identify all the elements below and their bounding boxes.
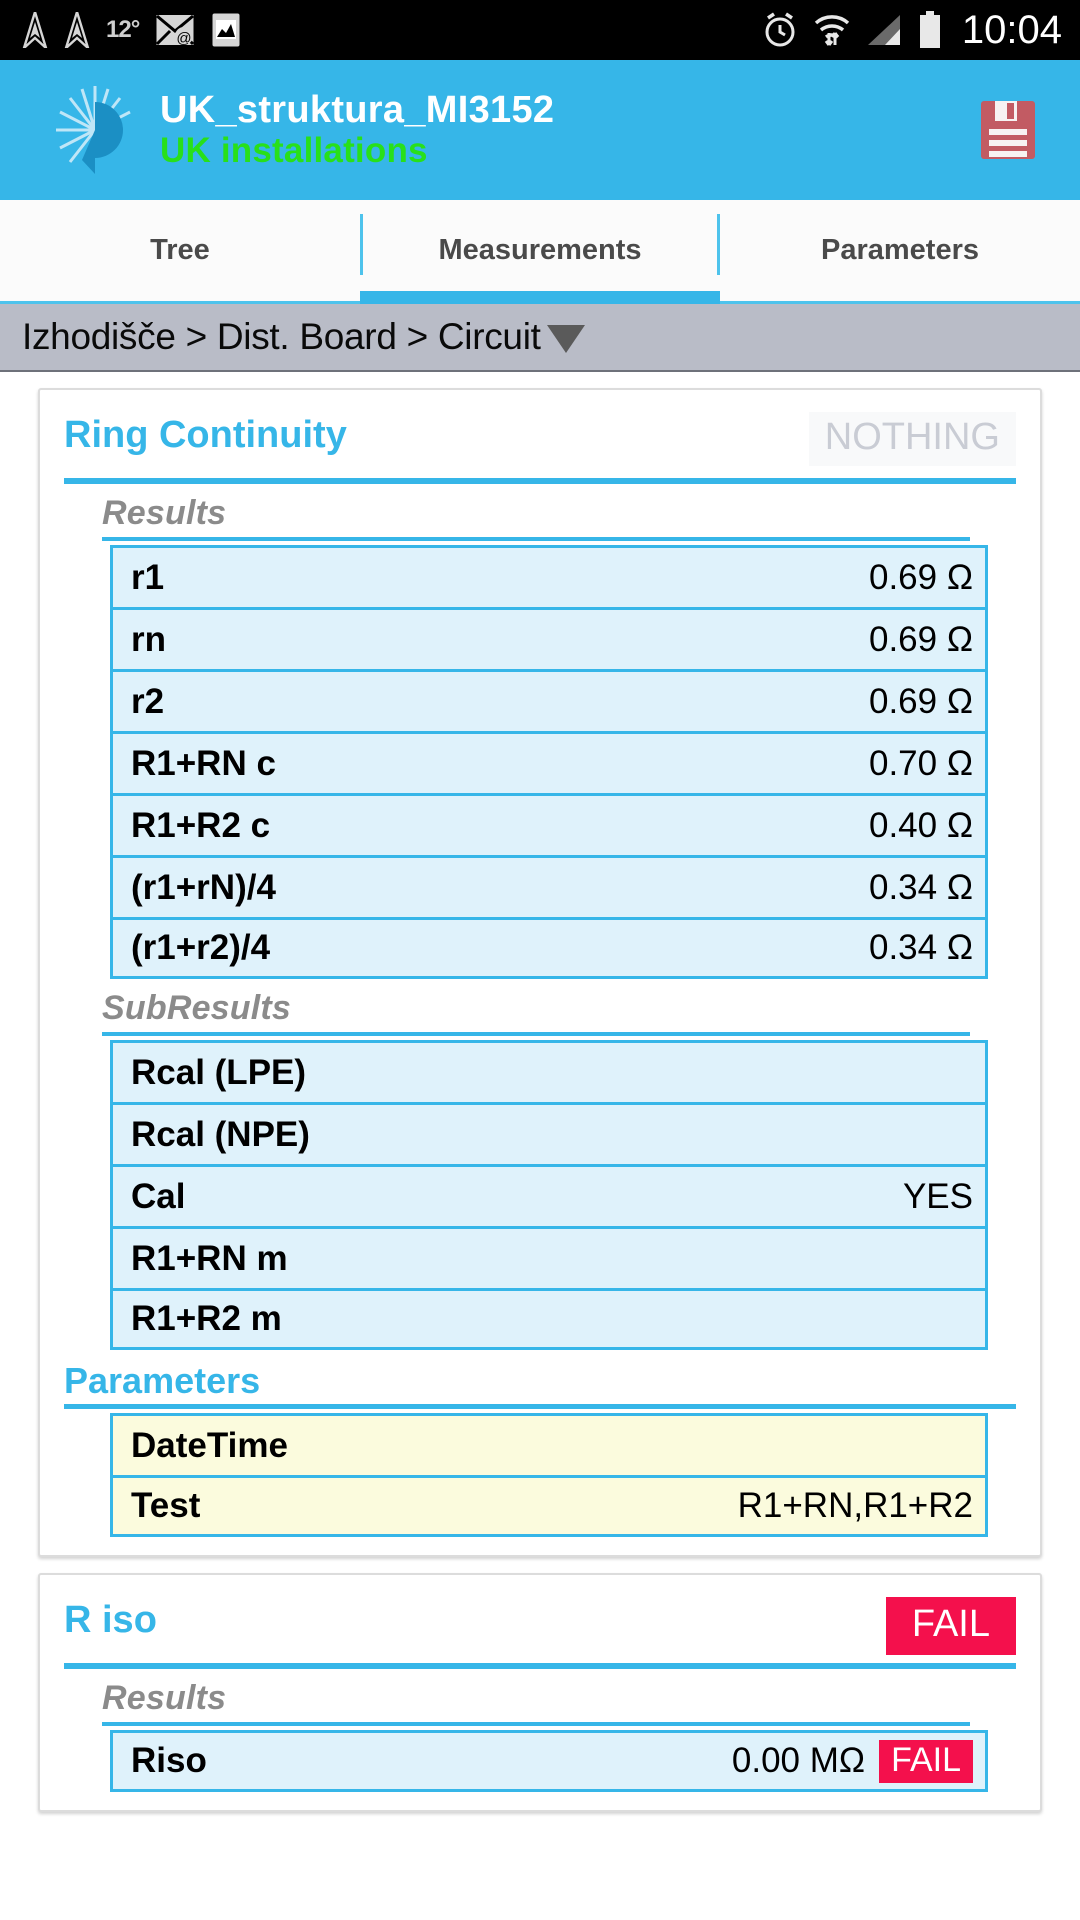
svg-text:@: @ <box>177 30 192 47</box>
row-label: Test <box>131 1486 201 1525</box>
row-label: rn <box>131 619 166 659</box>
result-rows: DateTime Test R1+RN,R1+R2 <box>110 1413 988 1537</box>
tab-parameters-label: Parameters <box>821 234 979 266</box>
table-row[interactable]: r1 0.69 Ω <box>110 545 988 607</box>
section-label: Results <box>102 494 227 532</box>
temperature-label: 12° <box>106 16 140 43</box>
table-row[interactable]: R1+RN m <box>110 1226 988 1288</box>
card-title: Ring Continuity <box>64 414 347 456</box>
result-rows: Rcal (LPE) Rcal (NPE) Cal YES R1+RN m R1+R2 m <box>110 1040 988 1350</box>
navigation-icon <box>22 12 48 48</box>
breadcrumb-label: Izhodišče > Dist. Board > Circuit <box>22 316 541 357</box>
tab-tree-label: Tree <box>150 234 210 266</box>
card-title-rule <box>64 478 1016 484</box>
signal-icon <box>866 13 904 47</box>
status-bar-right: 10:04 <box>762 8 1062 53</box>
status-bar-left: 12° @ <box>22 12 241 48</box>
mail-at-icon: @ <box>155 13 195 47</box>
table-row[interactable]: R1+R2 m <box>110 1288 988 1350</box>
result-rows: Riso 0.00 MΩ FAIL <box>110 1730 988 1792</box>
section-rule <box>64 1404 1016 1409</box>
chevron-down-icon[interactable] <box>546 325 585 353</box>
screenshot-icon <box>211 12 241 48</box>
row-label: r1 <box>131 557 165 597</box>
app-bar: UK_struktura_MI3152 UK installations <box>0 60 1080 200</box>
row-label: (r1+rN)/4 <box>131 867 276 907</box>
row-status-flag: FAIL <box>879 1739 973 1783</box>
status-bar: 12° @ 10:04 <box>0 0 1080 60</box>
row-label: R1+R2 c <box>131 805 271 845</box>
table-row[interactable]: R1+RN c 0.70 Ω <box>110 731 988 793</box>
row-value: 0.69 Ω <box>868 619 973 659</box>
row-label: Rcal (LPE) <box>131 1052 307 1092</box>
section-rule <box>102 1032 970 1036</box>
breadcrumb[interactable]: Izhodišče > Dist. Board > Circuit <box>0 304 1080 372</box>
card-title: R iso <box>64 1599 157 1641</box>
table-row[interactable]: Test R1+RN,R1+R2 <box>110 1475 988 1537</box>
row-value: 0.34 Ω <box>868 867 973 907</box>
row-label: R1+RN c <box>131 743 276 783</box>
table-row[interactable]: (r1+r2)/4 0.34 Ω <box>110 917 988 979</box>
table-row[interactable]: Rcal (NPE) <box>110 1102 988 1164</box>
section-label: SubResults <box>102 989 292 1027</box>
tab-active-indicator <box>360 291 720 304</box>
status-badge: NOTHING <box>808 412 1016 466</box>
table-row[interactable]: DateTime <box>110 1413 988 1475</box>
row-label: DateTime <box>131 1425 288 1465</box>
table-row[interactable]: Cal YES <box>110 1164 988 1226</box>
card-header: Ring Continuity NOTHING <box>64 412 1016 474</box>
table-row[interactable]: R1+R2 c 0.40 Ω <box>110 793 988 855</box>
row-value: 0.70 Ω <box>868 743 973 783</box>
tab-tree[interactable]: Tree <box>0 200 360 301</box>
clock-label: 10:04 <box>961 7 1062 52</box>
navigation-icon <box>64 12 90 48</box>
row-label: R1+R2 m <box>131 1299 282 1338</box>
result-rows: r1 0.69 Ωrn 0.69 Ωr2 0.69 Ω R1+RN c 0.70 Ω R1+… <box>110 545 988 979</box>
row-value: 0.34 Ω <box>868 928 973 967</box>
section-rule <box>102 1722 970 1726</box>
section-label: Results <box>102 1679 227 1717</box>
row-value: 0.69 Ω <box>868 681 973 721</box>
row-label: Riso <box>131 1741 207 1780</box>
table-row[interactable]: Riso 0.00 MΩ FAIL <box>110 1730 988 1792</box>
battery-icon <box>918 11 942 49</box>
row-value: YES <box>902 1176 973 1216</box>
save-button[interactable] <box>976 98 1040 162</box>
measurement-list: Ring Continuity NOTHING Results r1 0.69 Ω rn 0… <box>0 372 1080 1812</box>
tab-measurements[interactable]: Measurements <box>360 200 720 304</box>
row-label: (r1+r2)/4 <box>131 928 271 967</box>
table-row[interactable]: r2 0.69 Ω <box>110 669 988 731</box>
tab-parameters[interactable]: Parameters <box>720 200 1080 301</box>
table-row[interactable]: (r1+rN)/4 0.34 Ω <box>110 855 988 917</box>
table-row[interactable]: rn 0.69 Ω <box>110 607 988 669</box>
section-rule <box>102 537 970 541</box>
row-label: R1+RN m <box>131 1238 288 1278</box>
row-value: 0.40 Ω <box>868 805 973 845</box>
tab-measurements-label: Measurements <box>438 234 642 266</box>
measurement-card[interactable]: R iso FAIL Results Riso 0.00 MΩ FAIL <box>38 1573 1042 1812</box>
page-subtitle: UK installations <box>160 131 428 171</box>
tab-bar: Tree Measurements Parameters <box>0 200 1080 304</box>
measurement-card[interactable]: Ring Continuity NOTHING Results r1 0.69 Ω rn 0… <box>38 388 1042 1557</box>
alarm-icon <box>762 11 798 49</box>
row-label: Cal <box>131 1176 186 1216</box>
row-label: r2 <box>131 681 165 721</box>
card-title-rule <box>64 1663 1016 1669</box>
status-badge: FAIL <box>885 1597 1016 1655</box>
section-label: Parameters <box>64 1360 261 1401</box>
wifi-icon <box>812 11 852 49</box>
row-value: 0.69 Ω <box>868 557 973 597</box>
page-title: UK_struktura_MI3152 <box>160 88 555 131</box>
card-header: R iso FAIL <box>64 1597 1016 1659</box>
row-label: Rcal (NPE) <box>131 1114 310 1154</box>
row-value: 0.00 MΩ <box>731 1741 866 1780</box>
row-value: R1+RN,R1+R2 <box>737 1486 973 1525</box>
table-row[interactable]: Rcal (LPE) <box>110 1040 988 1102</box>
metrel-logo-icon <box>52 82 138 178</box>
app-bar-titles: UK_struktura_MI3152 UK installations <box>160 89 554 172</box>
